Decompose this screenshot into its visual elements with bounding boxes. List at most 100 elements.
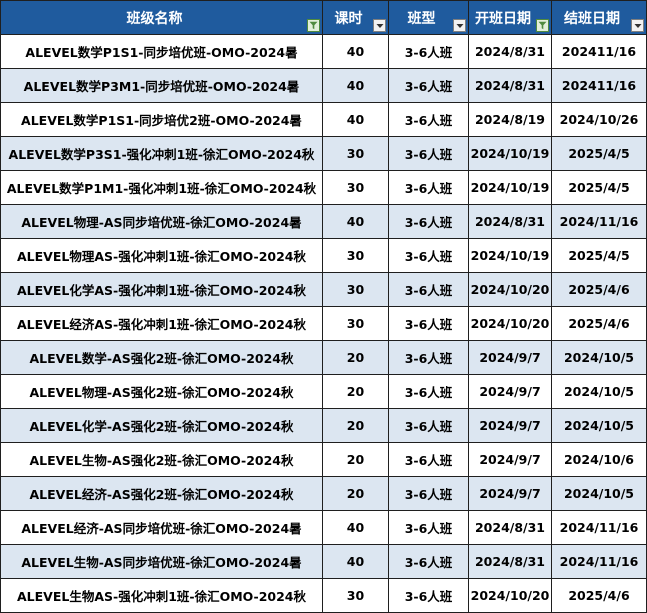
column-header-class-type[interactable]: 班型 [388, 0, 469, 35]
table-row[interactable]: ALEVEL数学P3S1-强化冲刺1班-徐汇OMO-2024秋 30 3-6人班 20… [0, 136, 647, 171]
class-type-cell[interactable]: 3-6人班 [388, 102, 469, 137]
table-row[interactable]: ALEVEL数学P3M1-同步培优班-OMO-2024暑 40 3-6人班 2024/… [0, 68, 647, 103]
start-date-cell[interactable]: 2024/8/31 [468, 204, 552, 239]
end-date-cell[interactable]: 2024/11/16 [551, 544, 647, 579]
lesson-hours-cell[interactable]: 20 [322, 408, 389, 443]
column-header-lesson-hours[interactable]: 课时 [322, 0, 389, 35]
class-type-cell[interactable]: 3-6人班 [388, 272, 469, 307]
table-row[interactable]: ALEVEL化学AS-强化冲刺1班-徐汇OMO-2024秋 30 3-6人班 2024… [0, 272, 647, 307]
lesson-hours-cell[interactable]: 40 [322, 510, 389, 545]
start-date-cell[interactable]: 2024/8/19 [468, 102, 552, 137]
end-date-cell[interactable]: 2025/4/5 [551, 136, 647, 171]
table-row[interactable]: ALEVEL数学P1M1-强化冲刺1班-徐汇OMO-2024秋 30 3-6人班 20… [0, 170, 647, 205]
end-date-cell[interactable]: 202411/16 [551, 68, 647, 103]
end-date-cell[interactable]: 2024/10/5 [551, 476, 647, 511]
table-row[interactable]: ALEVEL经济-AS强化2班-徐汇OMO-2024秋 20 3-6人班 2024/9… [0, 476, 647, 511]
filter-dropdown-button[interactable] [631, 19, 644, 32]
table-row[interactable]: ALEVEL物理-AS同步培优班-徐汇OMO-2024暑 40 3-6人班 2024/… [0, 204, 647, 239]
table-row[interactable]: ALEVEL数学-AS强化2班-徐汇OMO-2024秋 20 3-6人班 2024/9… [0, 340, 647, 375]
class-name-cell[interactable]: ALEVEL数学P3M1-同步培优班-OMO-2024暑 [0, 68, 323, 103]
column-header-class-name[interactable]: 班级名称 [0, 0, 323, 35]
class-name-cell[interactable]: ALEVEL物理-AS同步培优班-徐汇OMO-2024暑 [0, 204, 323, 239]
class-type-cell[interactable]: 3-6人班 [388, 578, 469, 613]
table-row[interactable]: ALEVEL经济-AS同步培优班-徐汇OMO-2024暑 40 3-6人班 2024/… [0, 510, 647, 545]
lesson-hours-cell[interactable]: 30 [322, 238, 389, 273]
lesson-hours-cell[interactable]: 30 [322, 306, 389, 341]
start-date-cell[interactable]: 2024/10/19 [468, 136, 552, 171]
class-name-cell[interactable]: ALEVEL生物AS-强化冲刺1班-徐汇OMO-2024秋 [0, 578, 323, 613]
class-name-cell[interactable]: ALEVEL经济-AS强化2班-徐汇OMO-2024秋 [0, 476, 323, 511]
table-row[interactable]: ALEVEL物理AS-强化冲刺1班-徐汇OMO-2024秋 30 3-6人班 2024… [0, 238, 647, 273]
table-row[interactable]: ALEVEL化学-AS强化2班-徐汇OMO-2024秋 20 3-6人班 2024/9… [0, 408, 647, 443]
start-date-cell[interactable]: 2024/9/7 [468, 374, 552, 409]
table-row[interactable]: ALEVEL数学P1S1-同步培优2班-OMO-2024暑 40 3-6人班 2024… [0, 102, 647, 137]
lesson-hours-cell[interactable]: 40 [322, 102, 389, 137]
class-name-cell[interactable]: ALEVEL生物-AS强化2班-徐汇OMO-2024秋 [0, 442, 323, 477]
end-date-cell[interactable]: 2024/10/5 [551, 374, 647, 409]
start-date-cell[interactable]: 2024/10/20 [468, 272, 552, 307]
class-type-cell[interactable]: 3-6人班 [388, 238, 469, 273]
end-date-cell[interactable]: 2025/4/6 [551, 306, 647, 341]
class-name-cell[interactable]: ALEVEL物理AS-强化冲刺1班-徐汇OMO-2024秋 [0, 238, 323, 273]
lesson-hours-cell[interactable]: 40 [322, 204, 389, 239]
class-type-cell[interactable]: 3-6人班 [388, 510, 469, 545]
start-date-cell[interactable]: 2024/10/19 [468, 238, 552, 273]
class-type-cell[interactable]: 3-6人班 [388, 340, 469, 375]
table-row[interactable]: ALEVEL生物-AS同步培优班-徐汇OMO-2024暑 40 3-6人班 2024/… [0, 544, 647, 579]
lesson-hours-cell[interactable]: 20 [322, 340, 389, 375]
end-date-cell[interactable]: 2024/10/6 [551, 442, 647, 477]
lesson-hours-cell[interactable]: 30 [322, 136, 389, 171]
class-name-cell[interactable]: ALEVEL化学-AS强化2班-徐汇OMO-2024秋 [0, 408, 323, 443]
filter-active-icon[interactable] [307, 19, 320, 32]
class-name-cell[interactable]: ALEVEL物理-AS强化2班-徐汇OMO-2024秋 [0, 374, 323, 409]
start-date-cell[interactable]: 2024/10/20 [468, 578, 552, 613]
class-type-cell[interactable]: 3-6人班 [388, 544, 469, 579]
lesson-hours-cell[interactable]: 20 [322, 374, 389, 409]
filter-active-icon[interactable] [536, 19, 549, 32]
start-date-cell[interactable]: 2024/9/7 [468, 408, 552, 443]
class-name-cell[interactable]: ALEVEL数学-AS强化2班-徐汇OMO-2024秋 [0, 340, 323, 375]
end-date-cell[interactable]: 2024/10/26 [551, 102, 647, 137]
lesson-hours-cell[interactable]: 30 [322, 272, 389, 307]
lesson-hours-cell[interactable]: 30 [322, 578, 389, 613]
class-type-cell[interactable]: 3-6人班 [388, 136, 469, 171]
class-name-cell[interactable]: ALEVEL数学P1S1-同步培优2班-OMO-2024暑 [0, 102, 323, 137]
class-name-cell[interactable]: ALEVEL生物-AS同步培优班-徐汇OMO-2024暑 [0, 544, 323, 579]
lesson-hours-cell[interactable]: 40 [322, 34, 389, 69]
start-date-cell[interactable]: 2024/10/20 [468, 306, 552, 341]
filter-dropdown-button[interactable] [373, 19, 386, 32]
column-header-end-date[interactable]: 结班日期 [551, 0, 647, 35]
end-date-cell[interactable]: 2024/11/16 [551, 204, 647, 239]
end-date-cell[interactable]: 2025/4/6 [551, 272, 647, 307]
lesson-hours-cell[interactable]: 20 [322, 476, 389, 511]
class-name-cell[interactable]: ALEVEL经济-AS同步培优班-徐汇OMO-2024暑 [0, 510, 323, 545]
start-date-cell[interactable]: 2024/9/7 [468, 476, 552, 511]
end-date-cell[interactable]: 2025/4/5 [551, 170, 647, 205]
start-date-cell[interactable]: 2024/9/7 [468, 442, 552, 477]
end-date-cell[interactable]: 2024/10/5 [551, 340, 647, 375]
end-date-cell[interactable]: 2025/4/5 [551, 238, 647, 273]
filter-dropdown-button[interactable] [453, 19, 466, 32]
class-type-cell[interactable]: 3-6人班 [388, 68, 469, 103]
lesson-hours-cell[interactable]: 40 [322, 544, 389, 579]
table-row[interactable]: ALEVEL经济AS-强化冲刺1班-徐汇OMO-2024秋 30 3-6人班 2024… [0, 306, 647, 341]
start-date-cell[interactable]: 2024/9/7 [468, 340, 552, 375]
start-date-cell[interactable]: 2024/8/31 [468, 68, 552, 103]
start-date-cell[interactable]: 2024/10/19 [468, 170, 552, 205]
lesson-hours-cell[interactable]: 30 [322, 170, 389, 205]
class-name-cell[interactable]: ALEVEL数学P3S1-强化冲刺1班-徐汇OMO-2024秋 [0, 136, 323, 171]
class-type-cell[interactable]: 3-6人班 [388, 476, 469, 511]
class-type-cell[interactable]: 3-6人班 [388, 34, 469, 69]
class-name-cell[interactable]: ALEVEL化学AS-强化冲刺1班-徐汇OMO-2024秋 [0, 272, 323, 307]
class-type-cell[interactable]: 3-6人班 [388, 442, 469, 477]
table-row[interactable]: ALEVEL生物-AS强化2班-徐汇OMO-2024秋 20 3-6人班 2024/9… [0, 442, 647, 477]
lesson-hours-cell[interactable]: 40 [322, 68, 389, 103]
class-name-cell[interactable]: ALEVEL数学P1S1-同步培优班-OMO-2024暑 [0, 34, 323, 69]
class-name-cell[interactable]: ALEVEL经济AS-强化冲刺1班-徐汇OMO-2024秋 [0, 306, 323, 341]
lesson-hours-cell[interactable]: 20 [322, 442, 389, 477]
end-date-cell[interactable]: 2025/4/6 [551, 578, 647, 613]
column-header-start-date[interactable]: 开班日期 [468, 0, 552, 35]
start-date-cell[interactable]: 2024/8/31 [468, 34, 552, 69]
class-name-cell[interactable]: ALEVEL数学P1M1-强化冲刺1班-徐汇OMO-2024秋 [0, 170, 323, 205]
class-type-cell[interactable]: 3-6人班 [388, 170, 469, 205]
